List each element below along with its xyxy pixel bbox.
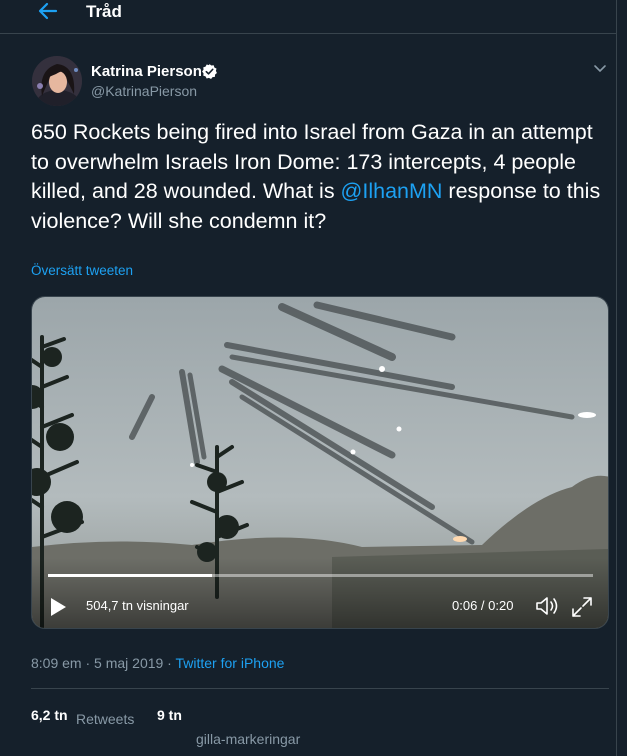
back-button[interactable] [36, 0, 60, 22]
tweet-menu-button[interactable] [592, 62, 608, 76]
fullscreen-button[interactable] [570, 595, 594, 619]
play-icon [51, 598, 66, 616]
play-button[interactable] [48, 596, 68, 618]
column-divider [616, 0, 617, 756]
volume-button[interactable] [534, 594, 560, 618]
verified-badge-icon [202, 64, 217, 79]
tweet-timestamp[interactable]: 8:09 em · 5 maj 2019 · [31, 655, 175, 671]
video-player[interactable]: 504,7 tn visningar 0:06 / 0:20 [31, 296, 609, 629]
likes-count[interactable]: 9 tn [157, 707, 182, 723]
divider [31, 688, 609, 689]
mention-link[interactable]: @IlhanMN [341, 179, 443, 203]
translate-tweet-link[interactable]: Översätt tweeten [31, 263, 133, 278]
tweet-text: 650 Rockets being fired into Israel from… [31, 118, 609, 236]
speaker-icon [536, 597, 558, 615]
likes-label[interactable]: gilla-markeringar [196, 731, 300, 747]
retweets-count[interactable]: 6,2 tn [31, 707, 68, 723]
expand-icon [572, 597, 592, 617]
retweets-label[interactable]: Retweets [76, 711, 134, 727]
page-title: Tråd [86, 2, 122, 21]
video-controls-overlay [32, 558, 608, 628]
avatar-image [32, 56, 82, 106]
video-time: 0:06 / 0:20 [452, 598, 514, 613]
avatar[interactable] [32, 56, 82, 106]
tweet-meta: 8:09 em · 5 maj 2019 · Twitter for iPhon… [31, 655, 284, 671]
arrow-left-icon [38, 2, 58, 20]
author-handle[interactable]: @KatrinaPierson [91, 83, 197, 99]
chevron-down-icon [594, 65, 606, 73]
thread-header: Tråd [0, 0, 616, 34]
tweet-source-link[interactable]: Twitter for iPhone [175, 655, 284, 671]
author-display-name[interactable]: Katrina Pierson [91, 63, 202, 80]
view-count: 504,7 tn visningar [86, 598, 189, 613]
video-progress-fill [48, 574, 212, 577]
